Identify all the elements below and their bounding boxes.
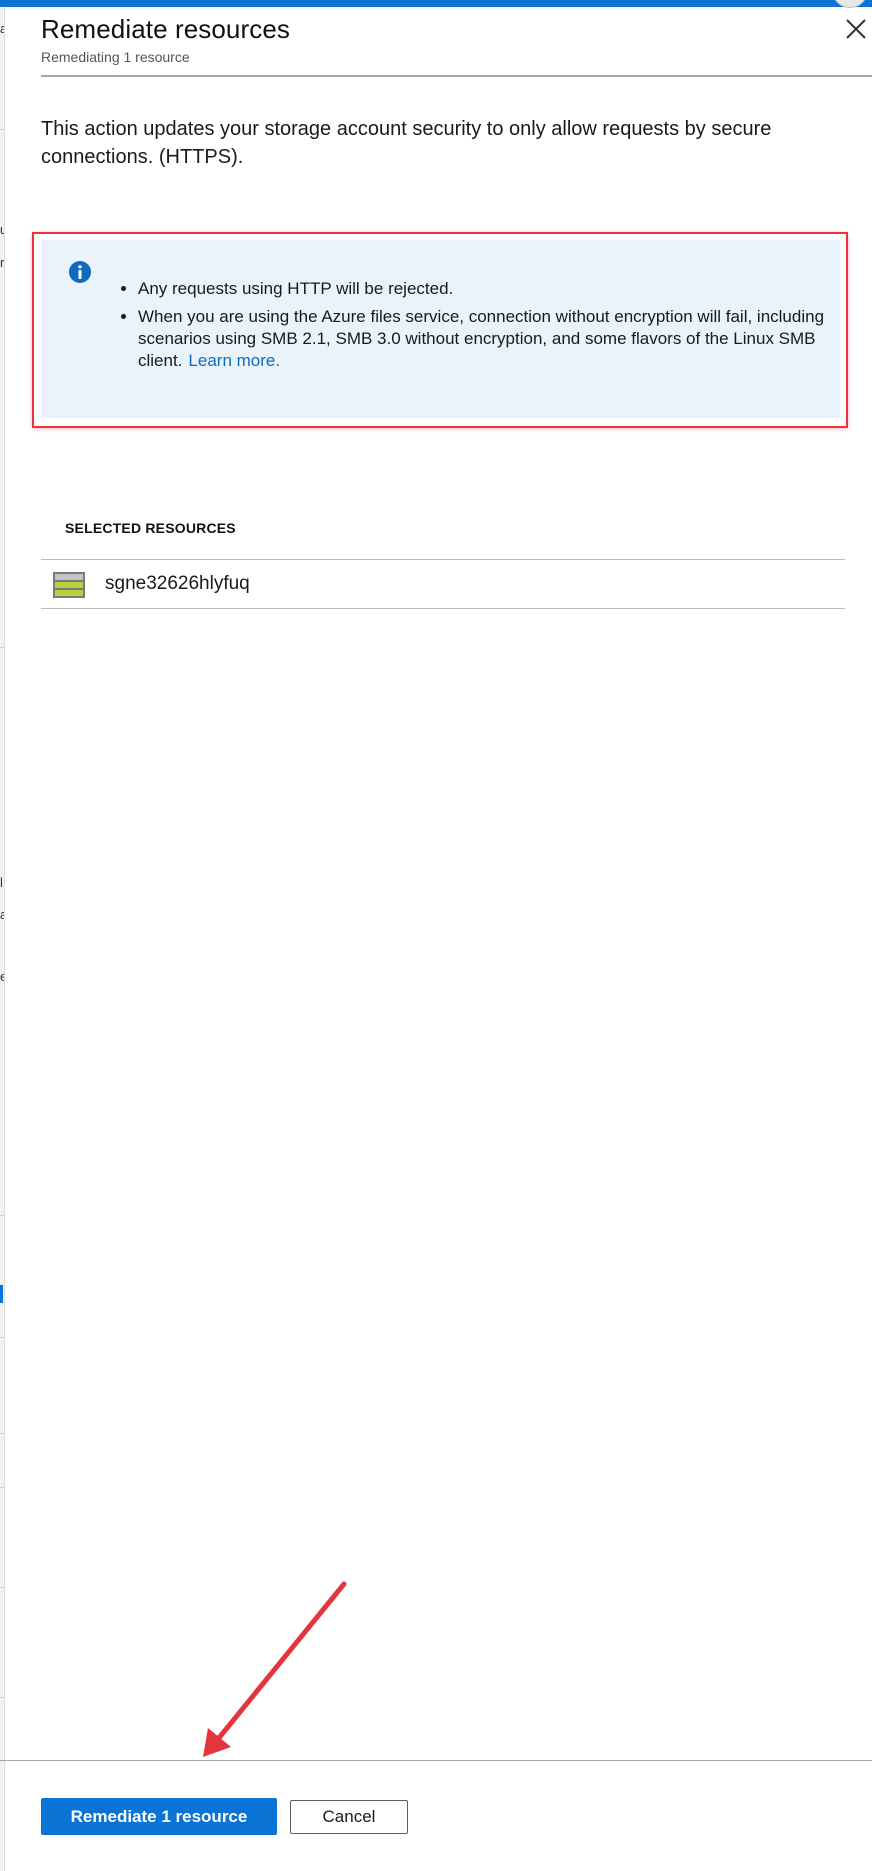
- footer-divider: [0, 1760, 872, 1761]
- background-divider: [0, 1215, 4, 1216]
- info-bullet-item: Any requests using HTTP will be rejected…: [138, 278, 858, 300]
- background-divider: [0, 129, 4, 130]
- background-divider: [0, 1433, 4, 1434]
- info-bullet-text: Any requests using HTTP will be rejected…: [138, 279, 454, 298]
- background-text-fragment: a: [0, 21, 4, 36]
- background-divider: [0, 1487, 4, 1488]
- info-bullet-item: When you are using the Azure files servi…: [138, 306, 858, 372]
- info-bullet-list: Any requests using HTTP will be rejected…: [118, 278, 858, 378]
- cancel-button[interactable]: Cancel: [290, 1800, 408, 1834]
- panel-title: Remediate resources: [41, 14, 291, 44]
- learn-more-link[interactable]: Learn more.: [188, 351, 280, 370]
- background-text-fragment: u: [0, 222, 4, 237]
- resource-row[interactable]: sgne32626hlyfuq: [41, 560, 845, 609]
- top-accent-bar: [0, 0, 872, 7]
- background-divider: [0, 1587, 4, 1588]
- storage-account-icon: [53, 572, 85, 598]
- close-icon[interactable]: [843, 16, 869, 42]
- background-text-fragment: l: [0, 875, 3, 890]
- header-divider: [41, 75, 872, 77]
- selected-resources-heading: SELECTED RESOURCES: [65, 520, 236, 536]
- info-icon: [68, 260, 92, 284]
- background-divider: [0, 1697, 4, 1698]
- background-selection-marker: [0, 1285, 3, 1303]
- background-divider: [0, 1337, 4, 1338]
- background-text-fragment: r: [0, 255, 5, 270]
- background-text-fragment: e: [0, 969, 4, 984]
- panel-subtitle: Remediating 1 resource: [41, 49, 190, 65]
- resource-name: sgne32626hlyfuq: [105, 573, 250, 594]
- remediate-button[interactable]: Remediate 1 resource: [41, 1798, 277, 1835]
- action-description: This action updates your storage account…: [41, 118, 772, 168]
- background-divider: [0, 647, 4, 648]
- background-blade-edge: a u r l a e: [0, 7, 5, 1871]
- background-text-fragment: a: [0, 907, 4, 922]
